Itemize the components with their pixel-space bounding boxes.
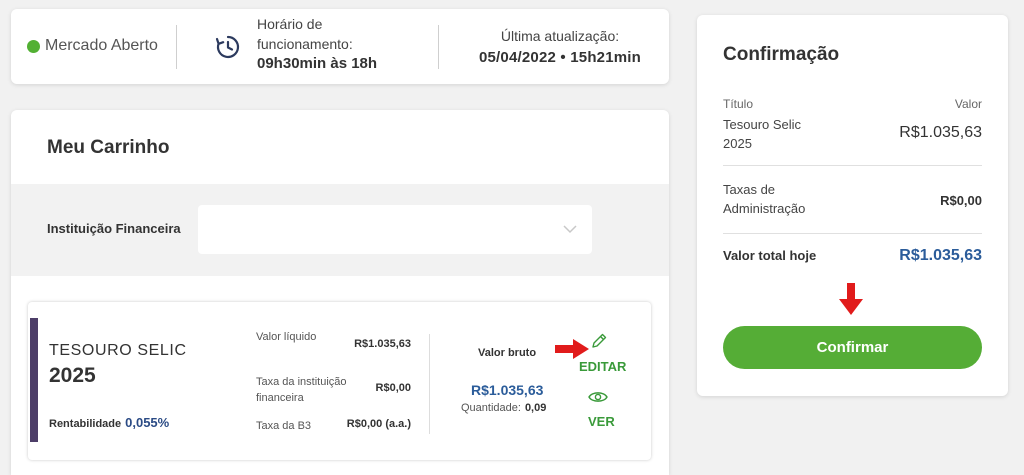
admin-fees-label: Taxas de Administração: [723, 180, 805, 218]
title-name-line2: 2025: [723, 136, 752, 151]
title-value: R$1.035,63: [899, 124, 982, 141]
chevron-down-icon: [563, 225, 577, 234]
institution-section: Instituição Financeira: [11, 184, 669, 276]
institution-fee-value: R$0,00: [375, 382, 411, 394]
cart-title: Meu Carrinho: [47, 137, 170, 158]
institution-fee-label: Taxa da instituição financeira: [256, 376, 347, 404]
arrow-down-icon: [839, 283, 863, 315]
market-status-bar: Mercado Aberto Horário de funcionamento:…: [11, 9, 669, 84]
liquid-value: R$1.035,63: [354, 338, 411, 350]
arrow-right-icon: [555, 339, 589, 359]
cart-panel: Meu Carrinho Instituição Financeira TESO…: [11, 110, 669, 475]
clock-history-icon: [215, 35, 240, 59]
last-update-label: Última atualização:: [500, 28, 620, 44]
b3-fee-value: R$0,00 (a.a.): [346, 418, 411, 430]
item-rentability: Rentabilidade 0,055%: [49, 415, 169, 430]
market-status: Mercado Aberto: [27, 37, 158, 55]
gross-value-label: Valor bruto: [478, 347, 537, 359]
status-dot-icon: [27, 39, 40, 53]
title-name: Tesouro Selic 2025: [723, 115, 801, 153]
admin-fees-label-line2: Administração: [723, 201, 806, 216]
institution-select[interactable]: [198, 205, 592, 254]
edit-button[interactable]: EDITAR: [579, 359, 626, 374]
rentability-value: 0,055%: [125, 415, 170, 430]
gross-value: R$1.035,63: [471, 382, 544, 398]
item-accent-bar: [30, 318, 38, 442]
item-title-name: TESOURO SELIC: [49, 342, 187, 359]
quantity-value: 0,09: [524, 402, 547, 414]
pencil-icon[interactable]: [590, 332, 608, 350]
eye-icon[interactable]: [588, 389, 608, 405]
admin-fees-value: R$0,00: [940, 193, 982, 208]
divider: [723, 165, 982, 166]
hours-label-2: funcionamento:: [257, 36, 353, 52]
item-title-year: 2025: [49, 364, 96, 387]
total-label: Valor total hoje: [723, 248, 817, 263]
last-update-value: 05/04/2022 • 15h21min: [478, 49, 642, 66]
institution-label: Instituição Financeira: [47, 221, 181, 236]
confirm-button[interactable]: Confirmar: [723, 326, 982, 369]
total-value: R$1.035,63: [899, 247, 982, 264]
admin-fees-label-line1: Taxas de: [723, 182, 776, 197]
hours-label: Horário de: [257, 16, 323, 32]
confirmation-title: Confirmação: [723, 44, 840, 65]
confirmation-panel: Confirmação Título Valor Tesouro Selic 2…: [697, 15, 1008, 396]
quantity: Quantidade: 0,09: [461, 402, 546, 414]
liquid-value-label: Valor líquido: [256, 331, 317, 343]
cart-item: TESOURO SELIC 2025 Rentabilidade 0,055% V…: [28, 302, 651, 460]
market-status-label: Mercado Aberto: [45, 37, 158, 54]
column-title-header: Título: [723, 97, 754, 111]
title-name-line1: Tesouro Selic: [723, 117, 802, 132]
quantity-label: Quantidade:: [461, 402, 521, 414]
last-update: Última atualização: 05/04/2022 • 15h21mi…: [451, 25, 669, 69]
divider: [429, 334, 430, 434]
hours-value: 09h30min às 18h: [257, 55, 378, 72]
divider: [438, 25, 439, 69]
view-button[interactable]: VER: [588, 414, 615, 429]
divider: [723, 233, 982, 234]
operating-hours: Horário de funcionamento: 09h30min às 18…: [257, 14, 377, 74]
divider: [176, 25, 177, 69]
rentability-label: Rentabilidade: [49, 418, 122, 430]
column-value-header: Valor: [954, 97, 982, 111]
